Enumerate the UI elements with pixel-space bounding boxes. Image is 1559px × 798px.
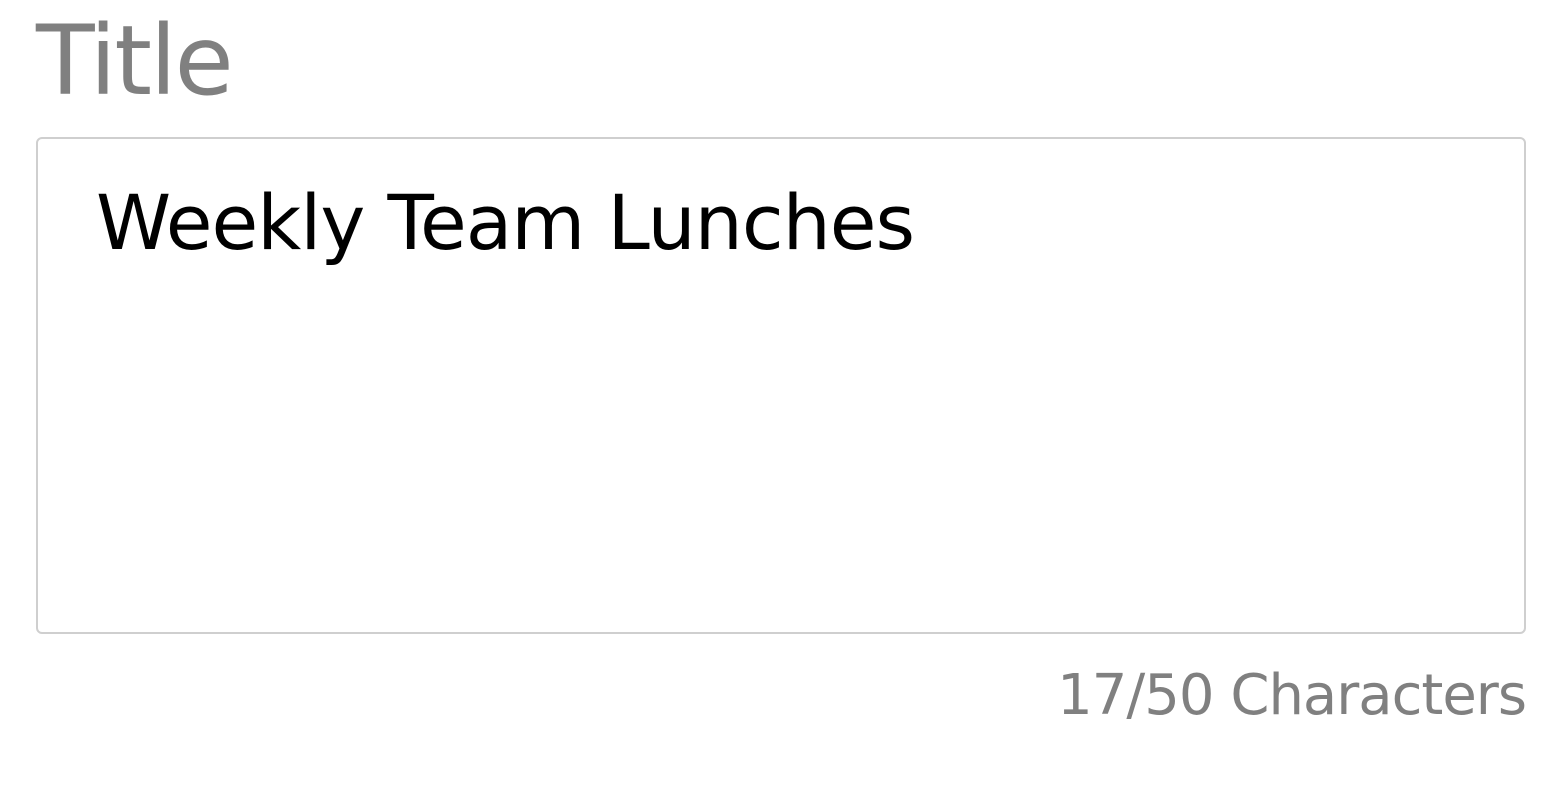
title-input[interactable]: Weekly Team Lunches	[36, 137, 1526, 634]
title-label: Title	[36, 5, 234, 117]
character-counter: 17/50 Characters	[1057, 663, 1527, 728]
